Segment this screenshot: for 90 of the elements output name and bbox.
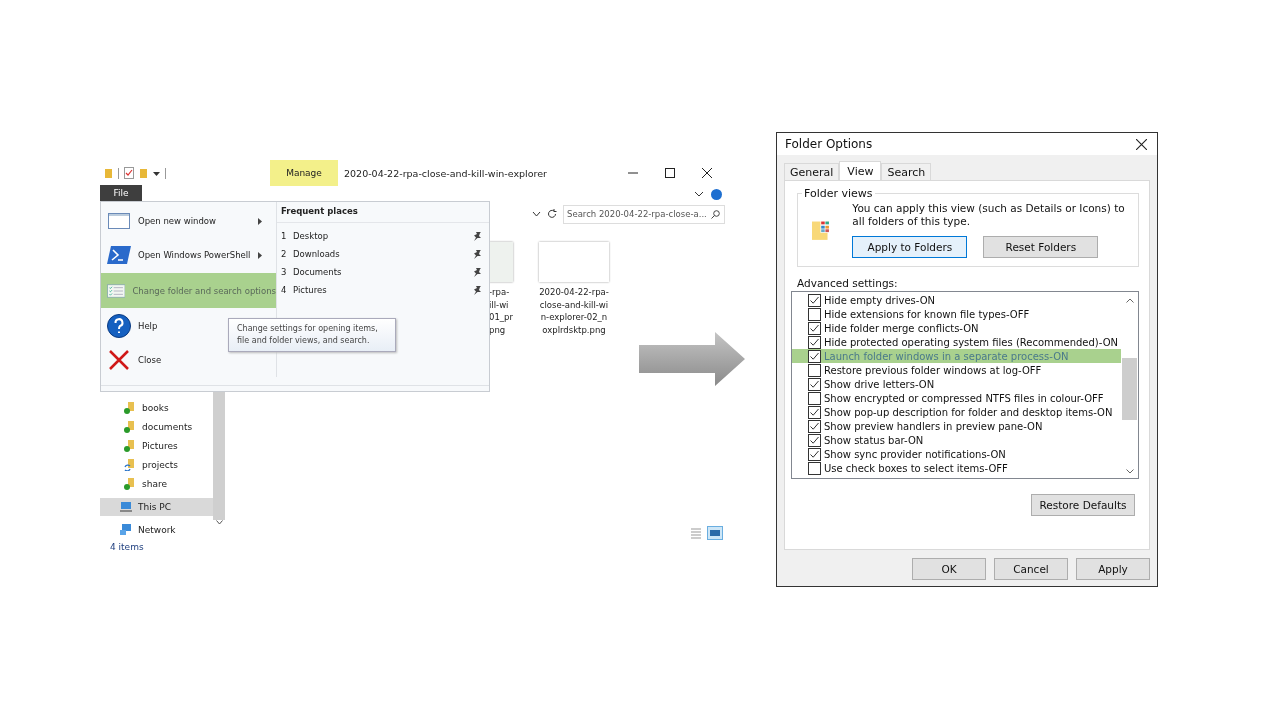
nav-item[interactable]: share xyxy=(142,478,167,489)
frequent-place-item[interactable]: 3 Documents xyxy=(277,263,489,281)
scroll-down-icon[interactable] xyxy=(1125,469,1134,474)
frequent-place-item[interactable]: 1 Desktop xyxy=(277,227,489,245)
dropdown-icon[interactable] xyxy=(153,169,160,177)
checkbox[interactable] xyxy=(808,461,821,475)
chevron-down-icon[interactable] xyxy=(532,211,541,217)
pin-icon[interactable] xyxy=(473,231,481,241)
close-icon[interactable] xyxy=(1136,138,1147,150)
checkbox[interactable] xyxy=(808,391,821,405)
checkbox[interactable] xyxy=(808,293,821,307)
frequent-places-heading: Frequent places xyxy=(277,206,489,223)
file-tab[interactable]: File xyxy=(100,185,142,201)
refresh-icon[interactable] xyxy=(547,209,557,219)
menu-item[interactable]: Open new window xyxy=(101,204,276,239)
setting-label[interactable]: Show status bar-ON xyxy=(824,434,924,446)
checkbox[interactable] xyxy=(808,433,821,447)
properties-icon[interactable] xyxy=(124,167,134,179)
submenu-arrow-icon xyxy=(258,217,262,225)
dialog-title: Folder Options xyxy=(785,137,873,151)
menu-item[interactable]: Open Windows PowerShell xyxy=(101,238,276,273)
close-icon xyxy=(107,349,131,370)
scrollbar-thumb[interactable] xyxy=(1122,358,1137,420)
nav-item[interactable]: Network xyxy=(100,521,213,539)
pin-icon[interactable] xyxy=(473,249,481,259)
checkbox[interactable] xyxy=(808,335,821,349)
file-thumbnail[interactable] xyxy=(539,242,609,282)
status-text: 4 items xyxy=(109,542,145,554)
setting-label[interactable]: Hide folder merge conflicts-ON xyxy=(824,322,979,334)
setting-label[interactable]: Hide extensions for known file types-OFF xyxy=(824,308,1030,320)
checkbox[interactable] xyxy=(808,377,821,391)
file-name[interactable]: 2020-04-22-rpa- close-and-kill-wi n-explorer-02_n oxplrdsktp.png xyxy=(539,286,609,336)
scroll-up-icon[interactable] xyxy=(1125,298,1134,303)
setting-label[interactable]: Show pop-up description for folder and desktop items-ON xyxy=(824,406,1113,418)
file-thumbnail[interactable] xyxy=(489,242,513,282)
setting-label[interactable]: Show drive letters-ON xyxy=(824,378,935,390)
nav-item[interactable]: This PC xyxy=(100,498,213,516)
large-icons-view-icon[interactable] xyxy=(707,526,723,540)
dialog-button[interactable]: Apply to Folders xyxy=(852,236,968,258)
file-name[interactable]: -rpa- ill-wi 01_pr png xyxy=(489,286,513,336)
setting-label[interactable]: Show preview handlers in preview pane-ON xyxy=(824,420,1043,432)
group-title: Folder views xyxy=(803,187,874,200)
tab[interactable]: General xyxy=(784,163,840,180)
dialog-button[interactable]: Cancel xyxy=(994,558,1068,580)
search-icon xyxy=(711,209,720,219)
checkbox[interactable] xyxy=(808,321,821,335)
scrollbar-thumb[interactable] xyxy=(213,390,225,520)
close-icon[interactable] xyxy=(702,168,712,178)
window-title: 2020-04-22-rpa-close-and-kill-win-explorer xyxy=(344,167,548,179)
setting-label[interactable]: Hide protected operating system files (Recommended)-ON xyxy=(824,336,1118,348)
network-icon xyxy=(120,524,132,536)
tab[interactable]: Search xyxy=(881,163,932,180)
checklist-icon xyxy=(107,282,126,299)
nav-item[interactable]: projects xyxy=(142,459,178,470)
setting-label[interactable]: Restore previous folder windows at log-OFF xyxy=(824,364,1042,376)
checkbox[interactable] xyxy=(808,349,821,363)
computer-icon xyxy=(120,502,132,512)
setting-label[interactable]: Show encrypted or compressed NTFS files in colour-OFF xyxy=(824,392,1104,404)
pin-icon[interactable] xyxy=(473,285,481,295)
advanced-settings-label: Advanced settings: xyxy=(797,277,899,289)
checkbox[interactable] xyxy=(808,447,821,461)
tab[interactable]: View xyxy=(839,161,882,181)
setting-label[interactable]: Use check boxes to select items-OFF xyxy=(824,462,1008,474)
checkbox[interactable] xyxy=(808,419,821,433)
nav-item[interactable]: books xyxy=(142,403,169,414)
dialog-button[interactable]: Apply xyxy=(1076,558,1150,580)
search-field[interactable]: Search 2020-04-22-rpa-close-a... xyxy=(563,204,725,224)
scroll-down-icon[interactable] xyxy=(215,520,223,525)
setting-label[interactable]: Show sync provider notifications-ON xyxy=(824,448,1006,460)
nav-item[interactable]: documents xyxy=(142,422,193,433)
group-description: You can apply this view (such as Details or Icons) to all folders of this type. xyxy=(852,202,1126,228)
window-icon xyxy=(107,213,131,230)
checkbox[interactable] xyxy=(808,363,821,377)
frequent-place-item[interactable]: 2 Downloads xyxy=(277,245,489,263)
maximize-icon[interactable] xyxy=(665,168,675,178)
setting-label[interactable]: Hide empty drives-ON xyxy=(824,294,935,306)
dialog-button[interactable]: Reset Folders xyxy=(983,236,1099,258)
tooltip: Change settings for opening items, file and folder views, and search. xyxy=(228,318,396,352)
checkbox[interactable] xyxy=(808,307,821,321)
submenu-arrow-icon xyxy=(258,251,262,259)
dialog-button[interactable]: OK xyxy=(912,558,986,580)
powershell-icon xyxy=(107,246,131,265)
restore-defaults-button[interactable]: Restore Defaults xyxy=(1031,494,1135,516)
manage-tab[interactable]: Manage xyxy=(270,160,338,186)
frequent-place-item[interactable]: 4 Pictures xyxy=(277,281,489,299)
checkbox[interactable] xyxy=(808,405,821,419)
chevron-down-icon[interactable] xyxy=(694,190,704,198)
pin-icon[interactable] xyxy=(473,267,481,277)
nav-item[interactable]: Pictures xyxy=(142,441,178,451)
menu-item[interactable]: Change folder and search options xyxy=(101,272,276,309)
